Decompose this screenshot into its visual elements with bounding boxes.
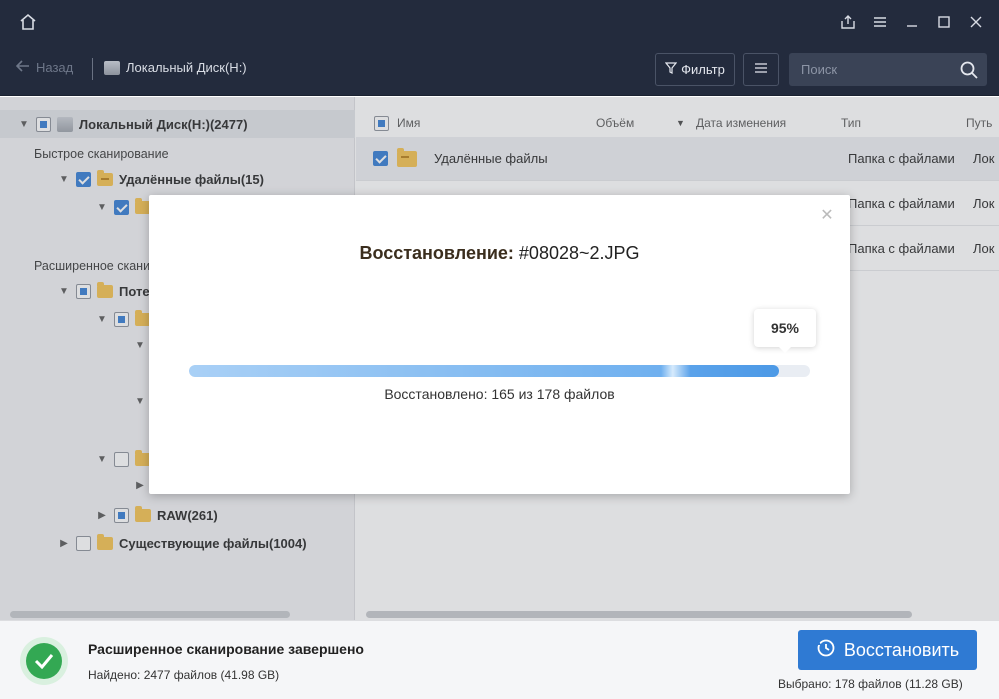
breadcrumb-label: Локальный Диск(H:) bbox=[126, 60, 247, 75]
minimize-icon[interactable] bbox=[902, 12, 922, 32]
close-icon[interactable] bbox=[966, 12, 986, 32]
current-file-name: #08028~2.JPG bbox=[518, 243, 640, 263]
success-check-icon bbox=[26, 643, 62, 679]
share-icon[interactable] bbox=[838, 12, 858, 32]
title-bar bbox=[0, 0, 999, 44]
filter-button[interactable]: Фильтр bbox=[655, 53, 735, 86]
progress-bar bbox=[189, 365, 810, 377]
drive-icon bbox=[104, 60, 120, 75]
filter-icon bbox=[664, 62, 678, 77]
search-box bbox=[789, 53, 987, 86]
recovery-progress-dialog: ✕ Восстановление: #08028~2.JPG 95% Восст… bbox=[149, 195, 850, 494]
list-icon bbox=[754, 62, 768, 77]
scan-found-summary: Найдено: 2477 файлов (41.98 GB) bbox=[88, 668, 280, 682]
search-input[interactable] bbox=[789, 53, 949, 86]
search-icon[interactable] bbox=[959, 60, 979, 80]
maximize-icon[interactable] bbox=[934, 12, 954, 32]
back-label: Назад bbox=[36, 60, 74, 75]
breadcrumb[interactable]: Локальный Диск(H:) bbox=[104, 60, 247, 75]
recover-button[interactable]: Восстановить bbox=[798, 630, 977, 670]
progress-bar-fill bbox=[189, 365, 779, 377]
progress-percent-badge: 95% bbox=[754, 309, 816, 353]
back-button[interactable]: Назад bbox=[15, 60, 74, 75]
progress-status-text: Восстановлено: 165 из 178 файлов bbox=[384, 386, 615, 402]
recover-button-label: Восстановить bbox=[843, 639, 960, 660]
home-icon[interactable] bbox=[18, 12, 38, 32]
arrow-left-icon bbox=[15, 60, 30, 75]
status-bar: Расширенное сканирование завершено Найде… bbox=[0, 620, 999, 699]
dialog-title-prefix: Восстановление: bbox=[359, 243, 514, 263]
history-icon bbox=[816, 638, 836, 663]
dialog-title: Восстановление: #08028~2.JPG bbox=[149, 243, 850, 264]
menu-icon[interactable] bbox=[870, 12, 890, 32]
scan-status-title: Расширенное сканирование завершено bbox=[88, 641, 364, 657]
close-icon[interactable]: ✕ bbox=[820, 208, 834, 224]
view-menu-button[interactable] bbox=[743, 53, 779, 86]
filter-label: Фильтр bbox=[681, 62, 725, 77]
nav-divider bbox=[92, 58, 93, 80]
selected-summary: Выбрано: 178 файлов (11.28 GB) bbox=[778, 677, 963, 691]
